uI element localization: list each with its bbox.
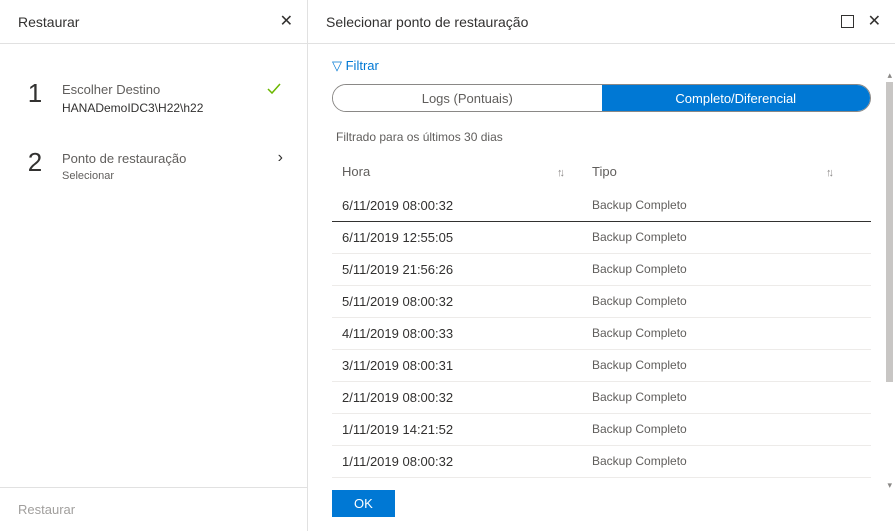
cell-hora: 6/11/2019 12:55:05 (342, 230, 592, 245)
scrollbar[interactable]: ▴ ▾ (885, 82, 893, 479)
cell-tipo: Backup Completo (592, 422, 861, 437)
cell-hora: 2/11/2019 08:00:32 (342, 390, 592, 405)
cell-hora: 1/11/2019 14:21:52 (342, 422, 592, 437)
filter-link[interactable]: ▽ Filtrar (332, 58, 379, 73)
step-subtitle: HANADemoIDC3\H22\h22 (62, 101, 247, 115)
table-row[interactable]: 3/11/2019 08:00:31Backup Completo (332, 350, 871, 382)
tab-group: Logs (Pontuais) Completo/Diferencial (332, 84, 871, 112)
tab-full-differential[interactable]: Completo/Diferencial (602, 85, 871, 111)
close-icon[interactable]: ✕ (280, 14, 293, 30)
chevron-right-icon: › (278, 149, 283, 167)
cell-hora: 1/11/2019 08:00:32 (342, 454, 592, 469)
scroll-up-icon[interactable]: ▴ (887, 70, 892, 81)
step-title: Ponto de restauração (62, 151, 260, 166)
cell-tipo: Backup Completo (592, 294, 861, 309)
cell-tipo: Backup Completo (592, 262, 861, 277)
column-label: Hora (342, 164, 370, 179)
ok-button[interactable]: OK (332, 490, 395, 517)
sort-icon[interactable]: ↑↓ (557, 167, 562, 179)
cell-tipo: Backup Completo (592, 358, 861, 373)
cell-hora: 3/11/2019 08:00:31 (342, 358, 592, 373)
step-number: 2 (26, 149, 44, 175)
table-row[interactable]: 4/11/2019 08:00:33Backup Completo (332, 318, 871, 350)
table-row[interactable]: 2/11/2019 08:00:32Backup Completo (332, 382, 871, 414)
step-1[interactable]: 1 Escolher Destino HANADemoIDC3\H22\h22 (20, 70, 287, 139)
restore-points-table: Hora ↑↓ Tipo ↑↓ 6/11/2019 08:00:32Backup… (332, 158, 871, 480)
column-header-tipo[interactable]: Tipo ↑↓ (592, 164, 861, 179)
right-panel-header: Selecionar ponto de restauração ✕ (308, 0, 895, 44)
left-panel-header: Restaurar ✕ (0, 0, 307, 44)
table-row[interactable]: 6/11/2019 08:00:32Backup Completo (332, 190, 871, 222)
cell-hora: 5/11/2019 08:00:32 (342, 294, 592, 309)
sort-icon[interactable]: ↑↓ (826, 167, 831, 179)
cell-hora: 5/11/2019 21:56:26 (342, 262, 592, 277)
table-row[interactable]: 6/11/2019 12:55:05Backup Completo (332, 222, 871, 254)
filter-summary: Filtrado para os últimos 30 dias (332, 130, 871, 144)
table-row[interactable]: 1/11/2019 14:21:52Backup Completo (332, 414, 871, 446)
cell-tipo: Backup Completo (592, 230, 861, 245)
left-panel-title: Restaurar (18, 14, 79, 30)
table-row[interactable]: 1/11/2019 08:00:32Backup Completo (332, 446, 871, 478)
cell-tipo: Backup Completo (592, 198, 861, 213)
cell-tipo: Backup Completo (592, 326, 861, 341)
table-row[interactable]: 5/11/2019 21:56:26Backup Completo (332, 254, 871, 286)
step-number: 1 (26, 80, 44, 106)
scrollbar-thumb[interactable] (886, 82, 893, 382)
restore-button[interactable]: Restaurar (18, 502, 75, 517)
close-icon[interactable]: ✕ (868, 14, 881, 30)
cell-hora: 4/11/2019 08:00:33 (342, 326, 592, 341)
column-header-hora[interactable]: Hora ↑↓ (342, 164, 592, 179)
maximize-icon[interactable] (841, 15, 854, 28)
column-label: Tipo (592, 164, 617, 179)
table-row[interactable]: 5/11/2019 08:00:32Backup Completo (332, 286, 871, 318)
step-title: Escolher Destino (62, 82, 247, 97)
cell-tipo: Backup Completo (592, 454, 861, 469)
cell-tipo: Backup Completo (592, 390, 861, 405)
check-icon (265, 80, 283, 98)
cell-hora: 6/11/2019 08:00:32 (342, 198, 592, 213)
scroll-down-icon[interactable]: ▾ (887, 480, 892, 491)
tab-logs[interactable]: Logs (Pontuais) (333, 85, 602, 111)
step-subtitle: Selecionar (62, 170, 260, 182)
right-panel-title: Selecionar ponto de restauração (326, 14, 528, 30)
step-2[interactable]: 2 Ponto de restauração Selecionar › (20, 139, 287, 206)
